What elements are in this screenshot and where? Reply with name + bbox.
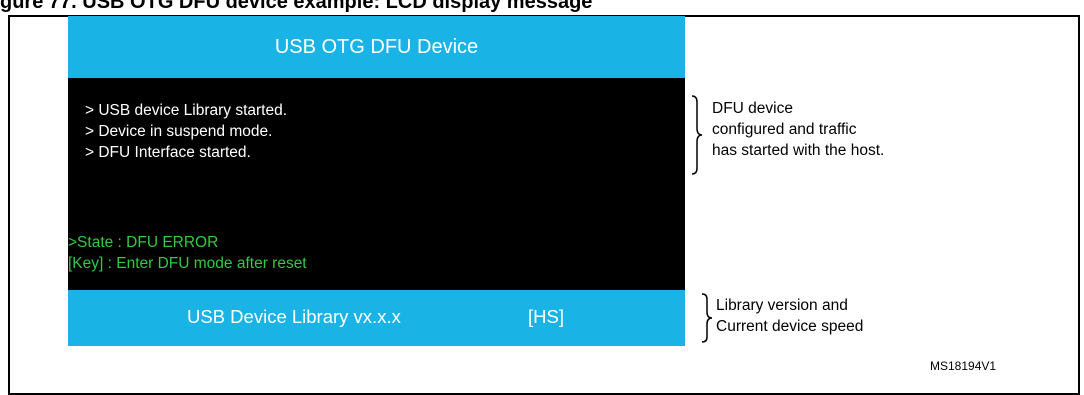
status-block: >State : DFU ERROR [Key] : Enter DFU mod… bbox=[68, 232, 307, 274]
annotation-line: DFU device bbox=[712, 100, 793, 117]
log-line: > Device in suspend mode. bbox=[85, 123, 273, 140]
annotation-line: Library version and bbox=[716, 297, 848, 314]
log-line: > DFU Interface started. bbox=[85, 144, 251, 161]
lcd-screen: > USB device Library started. > Device i… bbox=[68, 78, 685, 290]
figure-caption: gure 77. USB OTG DFU device example: LCD… bbox=[0, 0, 593, 12]
lcd-footer: USB Device Library vx.x.x [HS] bbox=[68, 290, 685, 346]
lcd-header: USB OTG DFU Device bbox=[68, 16, 685, 78]
annotation-line: configured and traffic bbox=[712, 121, 857, 138]
dfu-annotation: DFU device configured and traffic has st… bbox=[712, 98, 884, 161]
state-line: >State : DFU ERROR bbox=[68, 234, 219, 251]
brace-icon bbox=[701, 293, 713, 343]
library-version: USB Device Library vx.x.x bbox=[187, 306, 401, 327]
library-annotation: Library version and Current device speed bbox=[716, 295, 863, 337]
annotation-line: Current device speed bbox=[716, 318, 864, 335]
key-line: [Key] : Enter DFU mode after reset bbox=[68, 255, 307, 272]
lcd-header-title: USB OTG DFU Device bbox=[274, 35, 479, 58]
log-list: > USB device Library started. > Device i… bbox=[85, 100, 287, 163]
brace-icon bbox=[691, 95, 703, 175]
figure-code: MS18194V1 bbox=[930, 359, 997, 373]
device-speed: [HS] bbox=[528, 306, 564, 327]
annotation-line: has started with the host. bbox=[712, 142, 885, 159]
log-line: > USB device Library started. bbox=[85, 102, 288, 119]
